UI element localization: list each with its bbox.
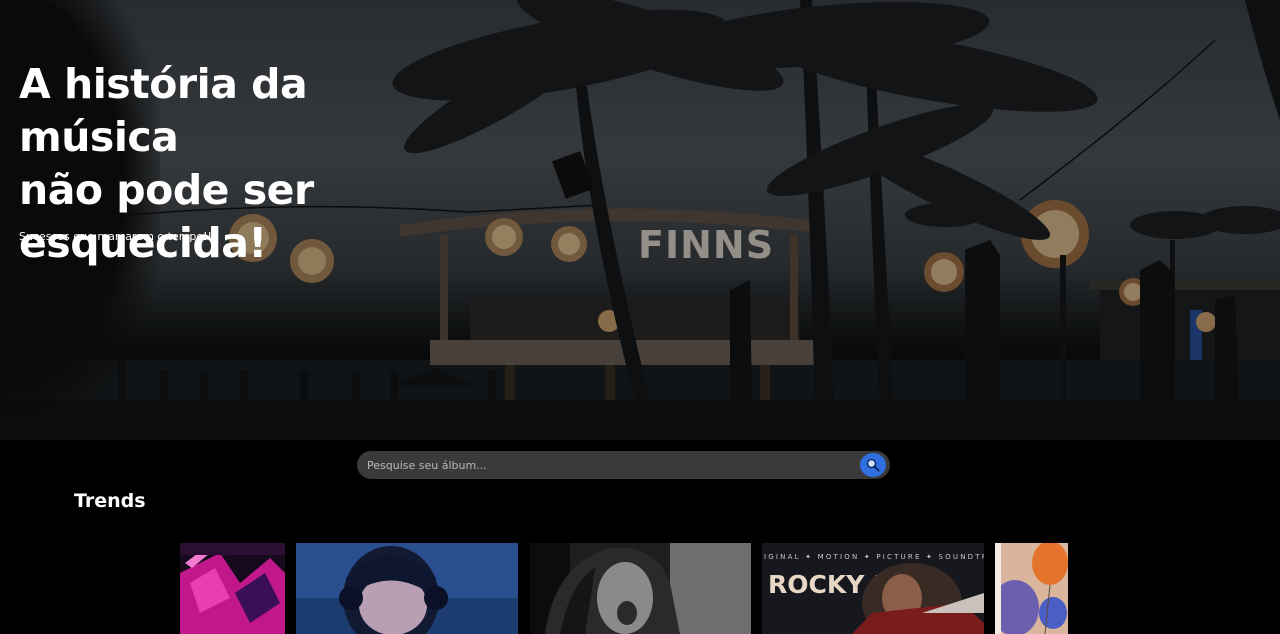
- album-cover-5[interactable]: [995, 543, 1068, 634]
- album-cover-4[interactable]: IGINAL ✦ MOTION ✦ PICTURE ✦ SOUNDTR ROCK…: [762, 543, 984, 634]
- album-cover-4-top-text: IGINAL ✦ MOTION ✦ PICTURE ✦ SOUNDTR: [764, 553, 984, 561]
- search-bar: [357, 451, 890, 479]
- hero-subtitle: Sucessos que marcaram o tempo!!!: [19, 230, 217, 243]
- album-cover-3[interactable]: [530, 543, 751, 634]
- album-cover-2[interactable]: [296, 543, 518, 634]
- album-cover-5-art: [995, 543, 1068, 634]
- album-cover-1[interactable]: [180, 543, 285, 634]
- search-input[interactable]: [367, 451, 847, 479]
- album-cover-4-art: IGINAL ✦ MOTION ✦ PICTURE ✦ SOUNDTR ROCK…: [762, 543, 984, 634]
- album-cover-3-art: [530, 543, 751, 634]
- hero-title-line-2: não pode ser: [19, 166, 314, 214]
- search-button[interactable]: [860, 453, 886, 477]
- hero-title-line-1: A história da música: [19, 60, 308, 161]
- hero-title-line-3: esquecida!: [19, 219, 267, 267]
- hero-banner: FINNS: [0, 0, 1280, 440]
- album-cover-1-art: [180, 543, 285, 634]
- album-cover-2-art: [296, 543, 518, 634]
- trends-album-list: IGINAL ✦ MOTION ✦ PICTURE ✦ SOUNDTR ROCK…: [0, 543, 1280, 634]
- search-icon: [866, 458, 880, 472]
- trends-heading: Trends: [74, 490, 146, 512]
